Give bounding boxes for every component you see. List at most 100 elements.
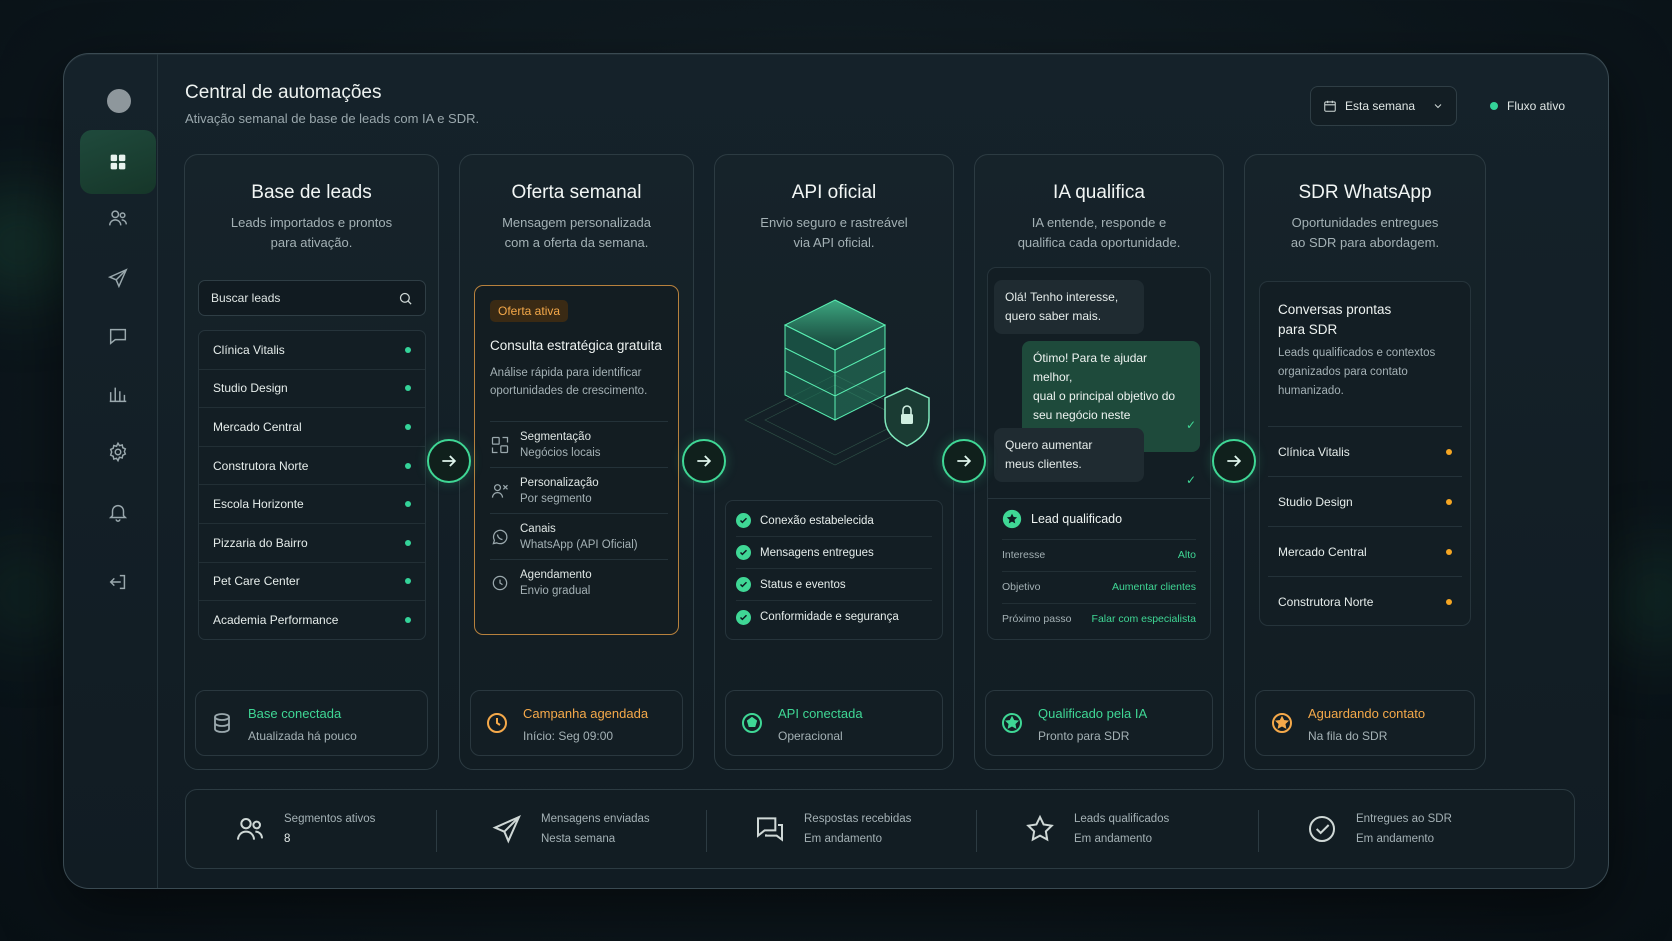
status-subtitle: Na fila do SDR bbox=[1308, 729, 1388, 743]
send-icon bbox=[492, 815, 521, 844]
status-dot bbox=[405, 346, 411, 353]
status-card: API conectada Operacional bbox=[725, 690, 943, 756]
status-title: Aguardando contato bbox=[1308, 706, 1426, 721]
status-dot bbox=[405, 617, 411, 624]
read-check-icon: ✓ bbox=[1186, 473, 1197, 487]
week-select[interactable]: Esta semana bbox=[1310, 86, 1457, 126]
status-card: Aguardando contato Na fila do SDR bbox=[1255, 690, 1475, 756]
sidebar-item-logout[interactable] bbox=[80, 550, 156, 614]
read-check-icon: ✓ bbox=[1186, 418, 1197, 432]
feature-label: Segmentação bbox=[520, 430, 591, 443]
list-item[interactable]: Studio Design bbox=[1268, 476, 1462, 526]
chat-icon bbox=[757, 817, 783, 842]
sidebar-item-send[interactable] bbox=[80, 246, 156, 310]
stat-label: Segmentos ativos bbox=[284, 813, 376, 825]
sidebar-item-chat[interactable] bbox=[80, 304, 156, 368]
row-label: Próximo passo bbox=[1002, 612, 1072, 625]
lead-name: Clínica Vitalis bbox=[1278, 444, 1350, 459]
stat-value: Em andamento bbox=[804, 833, 882, 845]
qualification-header: Lead qualificado bbox=[1002, 509, 1122, 529]
status-dot bbox=[405, 501, 411, 508]
list-item[interactable]: Clínica Vitalis bbox=[199, 331, 425, 370]
list-item[interactable]: Construtora Norte bbox=[199, 447, 425, 486]
stat-qualified: Leads qualificados Em andamento bbox=[1024, 790, 1169, 868]
row-value: Falar com especialista bbox=[1091, 612, 1196, 625]
lead-name: Mercado Central bbox=[213, 419, 302, 434]
list-item[interactable]: Academia Performance bbox=[199, 601, 425, 640]
list-item: Status e eventos bbox=[736, 569, 932, 601]
search-icon bbox=[399, 292, 412, 305]
check-icon bbox=[736, 513, 751, 528]
qualification-row: Interesse Alto bbox=[1002, 539, 1196, 569]
shield-icon bbox=[884, 387, 930, 447]
lead-list: Clínica Vitalis Studio Design Mercado Ce… bbox=[198, 330, 426, 640]
search-placeholder: Buscar leads bbox=[211, 291, 281, 305]
check-label: Status e eventos bbox=[760, 578, 846, 591]
status-card: Campanha agendada Início: Seg 09:00 bbox=[470, 690, 683, 756]
stat-label: Entregues ao SDR bbox=[1356, 813, 1452, 825]
lead-name: Escola Horizonte bbox=[213, 497, 304, 512]
list-item: Conformidade e segurança bbox=[736, 601, 932, 633]
feature-value: WhatsApp (API Oficial) bbox=[520, 538, 638, 551]
divider bbox=[706, 810, 707, 852]
divider bbox=[436, 810, 437, 852]
list-item[interactable]: Clínica Vitalis bbox=[1268, 426, 1462, 476]
feature-personalization: Personalização Por segmento bbox=[490, 467, 668, 513]
users-icon bbox=[237, 818, 263, 840]
database-icon bbox=[214, 713, 230, 733]
avatar[interactable] bbox=[107, 89, 131, 113]
sidebar-item-notifications[interactable] bbox=[80, 480, 156, 544]
list-item[interactable]: Mercado Central bbox=[1268, 526, 1462, 576]
status-dot bbox=[405, 462, 411, 469]
arrow-right-icon bbox=[697, 455, 712, 467]
api-checklist: Conexão estabelecida Mensagens entregues… bbox=[725, 500, 943, 640]
list-item[interactable]: Studio Design bbox=[199, 370, 425, 409]
flow-arrow bbox=[427, 439, 471, 483]
page-title: Central de automações bbox=[185, 82, 382, 103]
lead-name: Construtora Norte bbox=[213, 458, 309, 473]
status-dot bbox=[1446, 598, 1452, 605]
check-circle-icon bbox=[1309, 816, 1335, 842]
stat-delivered: Entregues ao SDR Em andamento bbox=[1306, 790, 1452, 868]
status-dot bbox=[1446, 448, 1452, 455]
lead-name: Pet Care Center bbox=[213, 574, 300, 589]
status-subtitle: Pronto para SDR bbox=[1038, 729, 1130, 743]
persona-icon bbox=[491, 483, 508, 498]
page-subtitle: Ativação semanal de base de leads com IA… bbox=[185, 111, 480, 126]
status-card: Qualificado pela IA Pronto para SDR bbox=[985, 690, 1213, 756]
list-item[interactable]: Construtora Norte bbox=[1268, 576, 1462, 626]
sidebar-item-settings[interactable] bbox=[80, 420, 156, 484]
status-dot bbox=[1446, 548, 1452, 555]
stat-segments: Segmentos ativos 8 bbox=[234, 790, 375, 868]
arrow-right-icon bbox=[442, 455, 457, 467]
search-input[interactable]: Buscar leads bbox=[198, 280, 426, 316]
row-value: Aumentar clientes bbox=[1111, 580, 1196, 593]
status-dot bbox=[405, 578, 411, 585]
segment-icon bbox=[491, 436, 509, 453]
star-icon bbox=[1272, 713, 1292, 733]
column-desc: Leads importados e prontos para ativação… bbox=[230, 215, 393, 250]
lead-name: Pizzaria do Bairro bbox=[213, 535, 308, 550]
row-label: Interesse bbox=[1002, 548, 1046, 561]
gear-icon bbox=[109, 441, 127, 463]
column-title: Oferta semanal bbox=[511, 182, 642, 203]
qualification-title: Lead qualificado bbox=[1031, 512, 1123, 526]
stats-bar: Segmentos ativos 8 Mensagens enviadas Nest… bbox=[185, 789, 1575, 869]
list-item[interactable]: Pizzaria do Bairro bbox=[199, 524, 425, 563]
status-subtitle: Início: Seg 09:00 bbox=[523, 729, 614, 743]
feature-value: Negócios locais bbox=[520, 446, 601, 459]
sidebar-item-users[interactable] bbox=[80, 186, 156, 250]
list-item[interactable]: Escola Horizonte bbox=[199, 485, 425, 524]
column-sdr: SDR WhatsApp Oportunidades entregues ao … bbox=[1244, 154, 1486, 770]
status-title: Base conectada bbox=[248, 706, 342, 721]
list-item[interactable]: Mercado Central bbox=[199, 408, 425, 447]
sidebar-item-reports[interactable] bbox=[80, 362, 156, 426]
sidebar-item-dashboard[interactable] bbox=[80, 130, 156, 194]
list-item[interactable]: Pet Care Center bbox=[199, 563, 425, 602]
offer-card[interactable]: Oferta ativa Consulta estratégica gratui… bbox=[474, 285, 679, 635]
bell-icon bbox=[108, 504, 128, 522]
week-select-label: Esta semana bbox=[1345, 99, 1416, 113]
arrow-right-icon bbox=[1227, 455, 1242, 467]
feature-value: Envio gradual bbox=[520, 584, 591, 597]
qualification-row: Objetivo Aumentar clientes bbox=[1002, 571, 1196, 601]
